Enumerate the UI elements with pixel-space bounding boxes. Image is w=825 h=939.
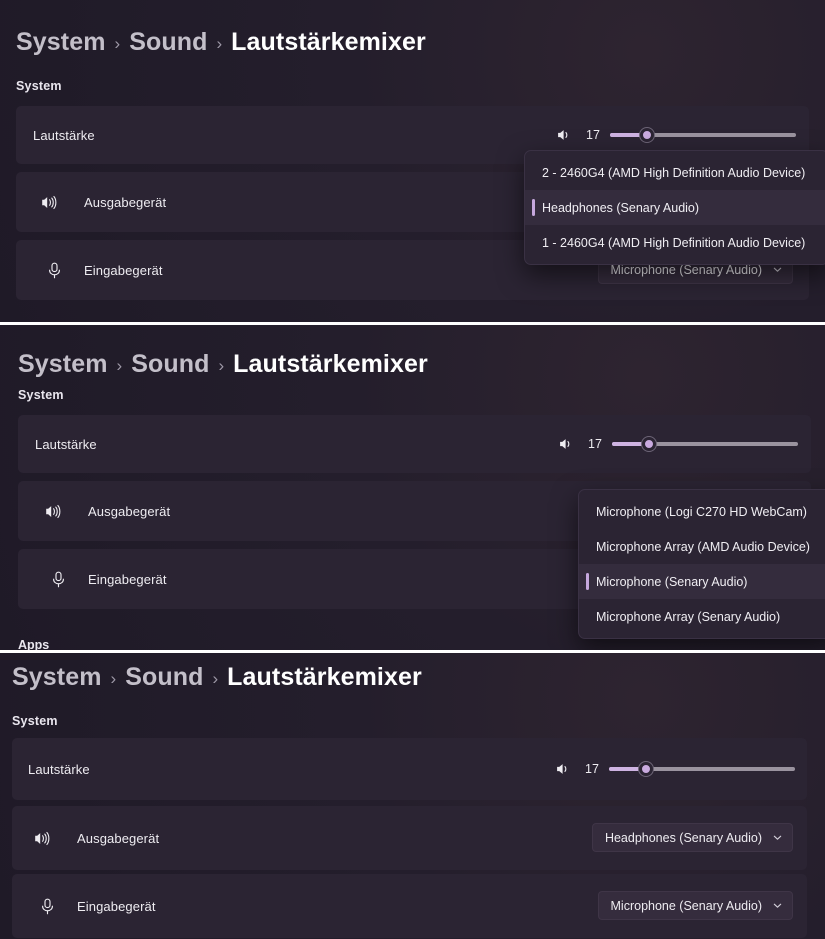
breadcrumb-item-sound[interactable]: Sound <box>131 350 209 379</box>
speaker-icon <box>553 760 571 778</box>
dropdown-item-label: 2 - 2460G4 (AMD High Definition Audio De… <box>542 165 806 180</box>
dropdown-item[interactable]: Microphone (Senary Audio) <box>579 564 825 599</box>
panel-separator <box>0 650 825 653</box>
settings-panel-2: System › Sound › Lautstärkemixer System … <box>0 325 825 650</box>
speaker-icon <box>554 126 572 144</box>
settings-panel-3: System › Sound › Lautstärkemixer System … <box>0 653 825 939</box>
dropdown-item[interactable]: 2 - 2460G4 (AMD High Definition Audio De… <box>525 155 825 190</box>
output-device-label: Ausgabegerät <box>88 503 171 519</box>
volume-value: 17 <box>585 762 599 776</box>
chevron-right-icon: › <box>218 356 225 375</box>
section-label-system: System <box>18 388 64 402</box>
dropdown-item-label: Headphones (Senary Audio) <box>542 200 700 215</box>
speaker-waves-icon <box>32 829 51 848</box>
volume-control[interactable]: 17 <box>553 760 795 778</box>
dropdown-item-label: Microphone (Senary Audio) <box>596 574 748 589</box>
chevron-right-icon: › <box>212 669 219 688</box>
dropdown-item[interactable]: 1 - 2460G4 (AMD High Definition Audio De… <box>525 225 825 260</box>
input-device-label: Eingabegerät <box>88 571 167 587</box>
dropdown-item-label: 1 - 2460G4 (AMD High Definition Audio De… <box>542 235 806 250</box>
dropdown-item[interactable]: Microphone Array (Senary Audio) <box>579 599 825 634</box>
page-title: Lautstärkemixer <box>233 350 428 378</box>
chevron-right-icon: › <box>110 669 117 688</box>
input-device-label: Eingabegerät <box>77 898 156 914</box>
volume-slider[interactable] <box>612 435 798 453</box>
volume-control[interactable]: 17 <box>554 126 796 144</box>
section-label-system: System <box>12 714 58 728</box>
panel-separator <box>0 322 825 325</box>
volume-label: Lautstärke <box>28 761 90 777</box>
page-title: Lautstärkemixer <box>231 28 426 56</box>
slider-thumb[interactable] <box>642 437 657 451</box>
breadcrumb-item-sound[interactable]: Sound <box>129 28 207 57</box>
breadcrumb-item-system[interactable]: System <box>12 663 102 692</box>
input-device-card[interactable]: Eingabegerät Microphone (Senary Audio) <box>12 874 807 938</box>
input-device-dropdown[interactable]: Microphone (Logi C270 HD WebCam) Micropho… <box>578 489 825 639</box>
output-device-combobox[interactable]: Headphones (Senary Audio) <box>591 823 793 852</box>
volume-slider[interactable] <box>609 760 795 778</box>
volume-card: Lautstärke 17 <box>18 415 811 473</box>
output-device-combobox-value: Headphones (Senary Audio) <box>604 830 762 845</box>
breadcrumb-item-system[interactable]: System <box>16 28 106 57</box>
slider-thumb[interactable] <box>640 128 655 142</box>
microphone-icon <box>50 570 67 589</box>
microphone-icon <box>46 261 63 280</box>
slider-thumb[interactable] <box>639 762 654 776</box>
dropdown-item-label: Microphone Array (AMD Audio Device) <box>596 539 810 554</box>
section-label-apps: Apps <box>18 638 50 650</box>
volume-card: Lautstärke 17 <box>12 738 807 800</box>
chevron-right-icon: › <box>114 34 121 53</box>
dropdown-item[interactable]: Microphone Array (AMD Audio Device) <box>579 529 825 564</box>
dropdown-item-label: Microphone Array (Senary Audio) <box>596 609 781 624</box>
output-device-label: Ausgabegerät <box>84 194 167 210</box>
page-title: Lautstärkemixer <box>227 663 422 691</box>
volume-slider[interactable] <box>610 126 796 144</box>
speaker-waves-icon <box>39 193 58 212</box>
settings-panel-1: System › Sound › Lautstärkemixer System … <box>0 0 825 322</box>
dropdown-item[interactable]: Microphone (Logi C270 HD WebCam) <box>579 494 825 529</box>
volume-label: Lautstärke <box>33 127 95 143</box>
microphone-icon <box>39 897 56 916</box>
dropdown-item[interactable]: Headphones (Senary Audio) <box>525 190 825 225</box>
breadcrumb: System › Sound › Lautstärkemixer <box>12 663 422 692</box>
output-device-card[interactable]: Ausgabegerät Headphones (Senary Audio) <box>12 806 807 870</box>
output-device-label: Ausgabegerät <box>77 830 160 846</box>
chevron-down-icon <box>772 900 783 911</box>
speaker-waves-icon <box>43 502 62 521</box>
chevron-down-icon <box>772 832 783 843</box>
chevron-right-icon: › <box>116 356 123 375</box>
volume-value: 17 <box>586 128 600 142</box>
output-device-dropdown[interactable]: 2 - 2460G4 (AMD High Definition Audio De… <box>524 150 825 265</box>
volume-control[interactable]: 17 <box>556 435 798 453</box>
speaker-icon <box>556 435 574 453</box>
breadcrumb: System › Sound › Lautstärkemixer <box>16 28 426 57</box>
breadcrumb-item-system[interactable]: System <box>18 350 108 379</box>
input-device-label: Eingabegerät <box>84 262 163 278</box>
section-label-system: System <box>16 79 62 93</box>
screenshot-root: System › Sound › Lautstärkemixer System … <box>0 0 825 939</box>
breadcrumb-item-sound[interactable]: Sound <box>125 663 203 692</box>
chevron-right-icon: › <box>216 34 223 53</box>
dropdown-item-label: Microphone (Logi C270 HD WebCam) <box>596 504 807 519</box>
input-device-combobox-value: Microphone (Senary Audio) <box>610 898 762 913</box>
input-device-combobox[interactable]: Microphone (Senary Audio) <box>597 891 793 920</box>
chevron-down-icon <box>772 264 783 275</box>
volume-label: Lautstärke <box>35 436 97 452</box>
breadcrumb: System › Sound › Lautstärkemixer <box>18 350 428 379</box>
volume-value: 17 <box>588 437 602 451</box>
